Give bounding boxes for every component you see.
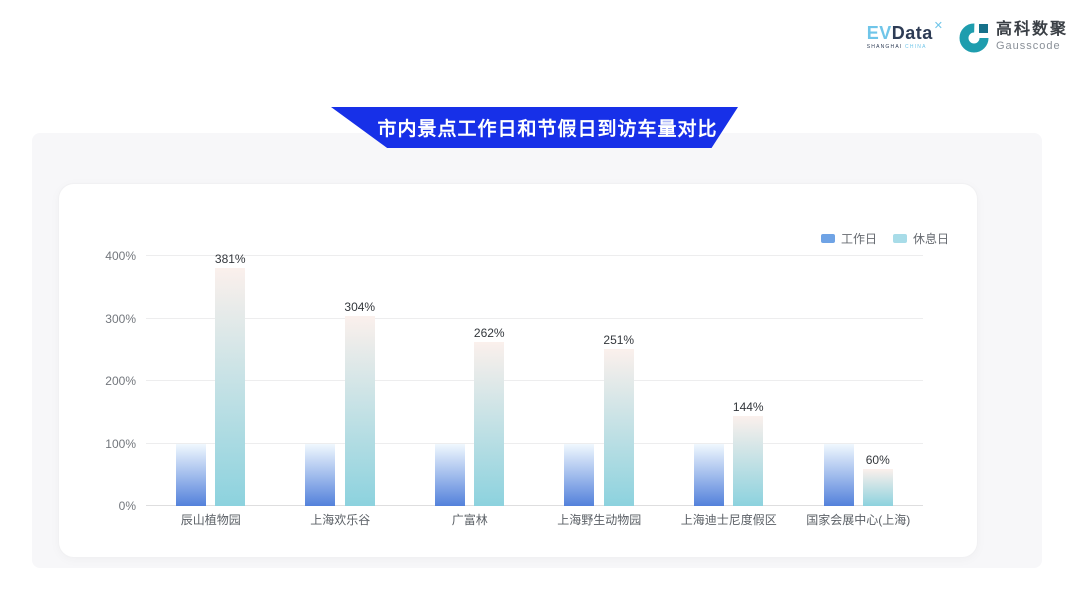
bar-pair: 381% [176,253,246,506]
bar-pair: 251% [564,334,634,506]
gausscode-logo: 高科数聚 Gausscode [959,20,1068,54]
plot-area: 381%辰山植物园304%上海欢乐谷262%广富林251%上海野生动物园144%… [146,224,923,506]
bar-工作日[interactable] [564,444,594,507]
gausscode-name-cn: 高科数聚 [996,21,1068,39]
bar-wrap [176,444,206,507]
x-axis-label: 上海欢乐谷 [276,511,406,528]
bar-group: 262%广富林 [405,224,535,506]
bar-wrap [305,444,335,507]
bar-wrap [824,444,854,507]
y-tick-label: 200% [105,374,136,388]
bar-pair: 60% [824,444,893,507]
bar-工作日[interactable] [305,444,335,507]
x-axis-label: 上海迪士尼度假区 [664,511,794,528]
bar-wrap: 144% [733,401,764,506]
evdata-logo-data: Data [892,24,933,42]
bar-wrap: 262% [474,327,505,506]
y-tick-label: 100% [105,437,136,451]
bar-pair: 262% [435,327,505,506]
bar-value-label: 304% [344,301,375,313]
y-axis: 0%100%200%300%400% [59,224,136,506]
evdata-logo-ev: EV [867,24,892,42]
bar-group: 60%国家会展中心(上海) [794,224,924,506]
bar-value-label: 381% [215,253,246,265]
title-banner: 市内景点工作日和节假日到访车量对比 [331,107,738,148]
bar-休息日[interactable] [345,316,375,506]
bar-group: 381%辰山植物园 [146,224,276,506]
bar-工作日[interactable] [176,444,206,507]
bar-pair: 144% [694,401,764,506]
bar-value-label: 60% [866,454,890,466]
bar-休息日[interactable] [604,349,634,506]
bar-wrap [564,444,594,507]
bar-工作日[interactable] [694,444,724,507]
bar-group: 251%上海野生动物园 [535,224,665,506]
x-axis-label: 上海野生动物园 [535,511,665,528]
x-axis-label: 国家会展中心(上海) [794,511,924,528]
bar-wrap: 251% [603,334,634,506]
bar-休息日[interactable] [733,416,763,506]
evdata-logo-subtext: SHANGHAI CHINA [867,44,927,50]
gausscode-name-en: Gausscode [996,40,1068,53]
bar-wrap [694,444,724,507]
bar-value-label: 144% [733,401,764,413]
page-title: 市内景点工作日和节假日到访车量对比 [351,114,717,141]
evdata-logo: EV Data ✕ SHANGHAI CHINA [867,20,943,50]
bar-wrap [435,444,465,507]
bar-group: 304%上海欢乐谷 [276,224,406,506]
bar-休息日[interactable] [215,268,245,506]
header-logos: EV Data ✕ SHANGHAI CHINA 高科数聚 Gausscode [867,20,1068,54]
page: EV Data ✕ SHANGHAI CHINA 高科数聚 Gausscode … [0,0,1080,608]
x-axis-label: 辰山植物园 [146,511,276,528]
bar-wrap: 60% [863,454,893,507]
bar-groups: 381%辰山植物园304%上海欢乐谷262%广富林251%上海野生动物园144%… [146,224,923,506]
bar-工作日[interactable] [435,444,465,507]
bar-休息日[interactable] [863,469,893,507]
gausscode-g-icon [959,20,991,54]
bar-休息日[interactable] [474,342,504,506]
bar-group: 144%上海迪士尼度假区 [664,224,794,506]
y-tick-label: 0% [119,499,136,513]
bar-wrap: 304% [344,301,375,506]
bar-pair: 304% [305,301,375,506]
bar-wrap: 381% [215,253,246,506]
bar-value-label: 262% [474,327,505,339]
chart-card: 工作日休息日 0%100%200%300%400% 381%辰山植物园304%上… [58,183,978,558]
evdata-x-icon: ✕ [934,21,943,32]
bar-value-label: 251% [603,334,634,346]
y-tick-label: 400% [105,249,136,263]
x-axis-label: 广富林 [405,511,535,528]
y-tick-label: 300% [105,312,136,326]
bar-工作日[interactable] [824,444,854,507]
